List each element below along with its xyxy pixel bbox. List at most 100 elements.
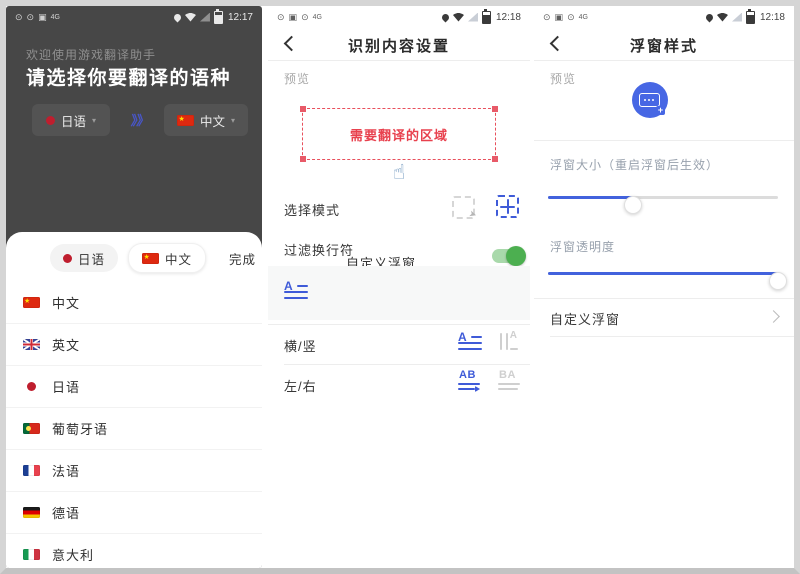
flag-it-icon — [22, 549, 40, 560]
list-item-chinese[interactable]: 中文 — [6, 282, 262, 324]
filter-newline-label: 过滤换行符 — [284, 243, 355, 258]
gallery-icon: ▣ — [288, 11, 298, 22]
app-circle-icon: ⊙ — [15, 11, 23, 22]
flag-cn-icon — [22, 296, 40, 308]
clock: 12:18 — [759, 11, 785, 23]
screen-recognition-settings: ⊙ ▣ ⊙ 4G 12:18 识别内容设置 预览 需要翻译的区域 ☝ 选择模式 … — [268, 6, 530, 568]
chevron-down-icon: ▾ — [92, 115, 97, 125]
status-bar: ⊙ ▣ ⊙ 4G 12:18 — [268, 6, 530, 28]
page-title: 识别内容设置 — [347, 38, 450, 55]
divider — [268, 60, 530, 61]
align-horizontal-icon[interactable]: A — [284, 279, 308, 302]
region-placeholder-text: 需要翻译的区域 — [349, 127, 448, 143]
float-size-slider[interactable] — [548, 188, 778, 214]
clock: 12:18 — [495, 11, 521, 23]
flag-jp-icon — [26, 382, 36, 391]
slider-thumb[interactable] — [769, 272, 787, 290]
location-icon — [440, 12, 451, 22]
list-item-english[interactable]: 英文 — [6, 324, 262, 366]
list-item-italian[interactable]: 意大利 — [6, 534, 262, 568]
target-language-button[interactable]: 中文 ▾ — [164, 104, 248, 136]
screenshot-frame: ⊙ ⊙ ▣ 4G 12:17 欢迎使用游戏翻译助手 请选择你要翻译的语种 日语 … — [0, 0, 800, 574]
app-circle-icon: ⊙ — [301, 11, 309, 22]
page-title: 浮窗样式 — [629, 38, 698, 55]
page-title: 请选择你要翻译的语种 — [26, 68, 232, 89]
wifi-icon — [452, 12, 464, 22]
welcome-text: 欢迎使用游戏翻译助手 — [26, 48, 157, 62]
app-circle-icon: ⊙ — [26, 11, 35, 22]
clock: 12:17 — [227, 11, 253, 23]
location-icon — [172, 12, 183, 22]
left-right-label: 左/右 — [284, 379, 317, 394]
nav-bar: 浮窗样式 — [534, 28, 794, 60]
screen-language-select: ⊙ ⊙ ▣ 4G 12:17 欢迎使用游戏翻译助手 请选择你要翻译的语种 日语 … — [6, 6, 262, 568]
volte-icon: 4G — [312, 13, 322, 21]
slider-thumb[interactable] — [624, 196, 643, 214]
source-language-label: 日语 — [60, 114, 86, 129]
filter-newline-toggle[interactable] — [492, 246, 526, 266]
flag-jp-icon — [63, 253, 72, 263]
nav-bar: 识别内容设置 — [268, 28, 530, 60]
flag-jp-icon — [45, 115, 55, 125]
flag-fr-icon — [22, 465, 40, 476]
app-circle-icon: ⊙ — [277, 11, 285, 22]
language-picker-sheet: 日语 中文 完成 中文 英文 日语 — [6, 232, 262, 568]
list-item-portuguese[interactable]: 葡萄牙语 — [6, 408, 262, 450]
float-opacity-slider[interactable] — [548, 264, 787, 290]
float-window-preview-icon[interactable]: + — [632, 82, 668, 118]
signal-icon — [467, 12, 478, 22]
tab-target-language[interactable]: 中文 — [128, 243, 207, 273]
region-handle[interactable] — [492, 106, 498, 112]
translate-direction-icon: 》》 — [130, 113, 150, 128]
divider — [268, 324, 530, 325]
float-opacity-label: 浮窗透明度 — [550, 240, 616, 254]
region-handle[interactable] — [300, 106, 306, 112]
wifi-icon — [184, 12, 196, 22]
gallery-icon: ▣ — [554, 11, 564, 22]
volte-icon: 4G — [578, 13, 588, 21]
mode-cursor-select-icon[interactable]: ➤ — [452, 196, 479, 220]
list-item-french[interactable]: 法语 — [6, 450, 262, 492]
tab-target-label: 中文 — [165, 252, 193, 267]
battery-icon — [213, 8, 223, 24]
screen-float-style: ⊙ ▣ ⊙ 4G 12:18 浮窗样式 预览 + 浮窗大小（重启浮窗后生效） 浮… — [534, 6, 794, 568]
custom-float-row-label: 自定义浮窗 — [550, 312, 621, 327]
app-circle-icon: ⊙ — [543, 11, 551, 22]
flag-cn-icon — [176, 114, 194, 126]
source-language-button[interactable]: 日语 ▾ — [32, 104, 110, 136]
target-language-label: 中文 — [199, 114, 225, 129]
divider — [534, 298, 794, 299]
divider — [534, 60, 794, 61]
chevron-right-icon[interactable] — [767, 310, 780, 323]
vertical-text-icon[interactable]: A — [498, 330, 518, 353]
flag-pt-icon — [22, 423, 40, 434]
preview-label: 预览 — [284, 72, 311, 86]
list-item-japanese[interactable]: 日语 — [6, 366, 262, 408]
mode-move-select-icon[interactable] — [496, 195, 519, 218]
horizontal-vertical-label: 横/竖 — [284, 339, 317, 354]
translate-region-box[interactable]: 需要翻译的区域 — [300, 106, 498, 162]
gallery-icon: ▣ — [38, 11, 47, 22]
right-to-left-icon[interactable]: BA — [498, 369, 520, 392]
done-button[interactable]: 完成 — [229, 249, 256, 268]
hand-pointer-icon: ☝ — [392, 161, 406, 184]
status-bar: ⊙ ▣ ⊙ 4G 12:18 — [534, 6, 794, 28]
flag-de-icon — [22, 507, 40, 518]
tab-source-language[interactable]: 日语 — [50, 244, 119, 272]
volte-icon: 4G — [50, 13, 60, 21]
tab-source-label: 日语 — [78, 252, 106, 267]
divider — [534, 140, 794, 141]
plus-icon: + — [656, 105, 665, 115]
select-mode-label: 选择模式 — [284, 203, 341, 218]
float-size-label: 浮窗大小（重启浮窗后生效） — [550, 158, 720, 172]
battery-icon — [481, 8, 491, 24]
signal-icon — [731, 12, 742, 22]
app-circle-icon: ⊙ — [567, 11, 575, 22]
flag-cn-icon — [142, 252, 160, 264]
language-list: 中文 英文 日语 葡萄牙语 法语 — [6, 282, 262, 568]
list-item-german[interactable]: 德语 — [6, 492, 262, 534]
left-to-right-icon[interactable]: AB — [458, 369, 480, 392]
location-icon — [704, 12, 715, 22]
chevron-down-icon: ▾ — [231, 115, 236, 125]
horizontal-text-icon[interactable]: A — [458, 330, 482, 353]
